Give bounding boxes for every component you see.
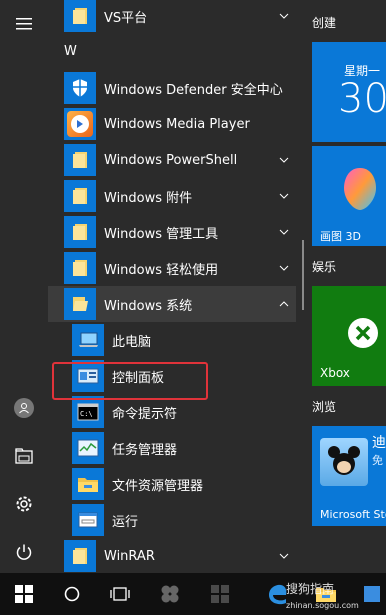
xbox-label: Xbox [320, 366, 350, 380]
hamburger-menu-icon[interactable] [0, 0, 48, 48]
task-manager-icon [72, 432, 104, 464]
tile-area: 创建 星期一 30 画图 3D 娱乐 Xbox 浏览 迪 免 Microsoft… [306, 0, 386, 573]
store-promo-image [320, 438, 368, 486]
paint-3d-label: 画图 3D [320, 230, 361, 243]
list-item-run[interactable]: 运行 [48, 502, 296, 538]
watermark-url: zhinan.sogou.com [286, 601, 359, 610]
folder-icon [64, 0, 96, 32]
power-icon[interactable] [0, 528, 48, 576]
list-item-ease-of-access[interactable]: Windows 轻松使用 [48, 250, 296, 286]
list-item-label: 此电脑 [112, 334, 152, 350]
list-item-file-explorer[interactable]: 文件资源管理器 [48, 466, 296, 502]
shield-icon [64, 72, 96, 104]
folder-icon [64, 144, 96, 176]
store-promo-subtitle: 免 [372, 454, 383, 467]
media-player-icon [64, 108, 96, 140]
chevron-down-icon[interactable] [276, 548, 292, 564]
list-item-label: 命令提示符 [112, 406, 178, 422]
section-header-browse[interactable]: 浏览 [312, 398, 336, 415]
list-item-label: 文件资源管理器 [112, 478, 204, 494]
user-avatar-icon[interactable] [0, 384, 48, 432]
watermark: 搜狗指南 zhinan.sogou.com [286, 580, 359, 611]
list-item-windows-system[interactable]: Windows 系统 [48, 286, 296, 322]
list-item-media-player[interactable]: Windows Media Player [48, 106, 296, 142]
chevron-down-icon[interactable] [276, 224, 292, 240]
calendar-tile[interactable]: 星期一 30 [312, 42, 386, 142]
folder-icon [64, 252, 96, 284]
chevron-down-icon[interactable] [276, 152, 292, 168]
list-item-label: Windows 管理工具 [104, 226, 219, 242]
list-item-task-manager[interactable]: 任务管理器 [48, 430, 296, 466]
start-button[interactable] [0, 573, 48, 615]
folder-open-icon [64, 288, 96, 320]
chevron-down-icon[interactable] [276, 188, 292, 204]
command-prompt-icon: C:\ [72, 396, 104, 428]
windows-logo-icon [15, 585, 33, 603]
calendar-day: 30 [338, 76, 386, 122]
section-header-entertainment[interactable]: 娱乐 [312, 258, 336, 275]
store-label: Microsoft Store [320, 508, 386, 521]
list-item-label: Windows 附件 [104, 190, 193, 206]
scrollbar[interactable] [302, 240, 304, 310]
svg-text:C:\: C:\ [80, 410, 93, 418]
search-button[interactable] [48, 573, 96, 615]
left-rail [0, 0, 48, 573]
list-item-label: Windows Defender 安全中心 [104, 82, 283, 98]
list-item-accessories[interactable]: Windows 附件 [48, 178, 296, 214]
xbox-icon [348, 318, 378, 348]
chevron-down-icon[interactable] [276, 260, 292, 276]
list-item-this-pc[interactable]: 此电脑 [48, 322, 296, 358]
taskbar-app-grid[interactable] [196, 573, 244, 615]
folder-icon [64, 180, 96, 212]
watermark-text: 搜狗指南 [286, 582, 335, 596]
list-item-label: Windows 系统 [104, 298, 193, 314]
gear-icon[interactable] [0, 480, 48, 528]
list-item-powershell[interactable]: Windows PowerShell [48, 142, 296, 178]
paint-3d-icon [342, 166, 378, 212]
task-view-icon [110, 587, 130, 601]
task-view-button[interactable] [96, 573, 144, 615]
list-item-label: 运行 [112, 514, 139, 530]
highlight-box [52, 362, 208, 400]
folder-icon [64, 216, 96, 248]
run-icon [72, 504, 104, 536]
list-item-label: Windows 轻松使用 [104, 262, 219, 278]
list-item-label: Windows Media Player [104, 116, 250, 132]
app-list: VS平台 W Windows Defender 安全中心 Windows Med… [48, 0, 296, 573]
list-item-label: VS平台 [104, 10, 148, 26]
list-item-label: WinRAR [104, 548, 155, 564]
app-icon [364, 586, 380, 602]
list-item-defender[interactable]: Windows Defender 安全中心 [48, 70, 296, 106]
list-item-vs[interactable]: VS平台 [48, 0, 296, 34]
taskbar-app-sogou[interactable] [146, 573, 194, 615]
group-letter[interactable]: W [64, 44, 77, 59]
store-promo-title: 迪 [372, 435, 386, 451]
section-header-create[interactable]: 创建 [312, 14, 336, 31]
app-icon [161, 585, 179, 603]
file-explorer-icon [72, 468, 104, 500]
computer-icon [72, 324, 104, 356]
list-item-label: 任务管理器 [112, 442, 178, 458]
documents-icon[interactable] [0, 432, 48, 480]
chevron-down-icon[interactable] [276, 8, 292, 24]
list-item-label: Windows PowerShell [104, 152, 238, 168]
store-tile[interactable]: 迪 免 Microsoft Store [312, 426, 386, 526]
xbox-tile[interactable]: Xbox [312, 286, 386, 386]
app-icon [211, 585, 229, 603]
chevron-up-icon[interactable] [276, 296, 292, 312]
list-item-winrar[interactable]: WinRAR [48, 538, 296, 574]
list-item-admin-tools[interactable]: Windows 管理工具 [48, 214, 296, 250]
paint-3d-tile[interactable]: 画图 3D [312, 146, 386, 246]
cortana-circle-icon [64, 586, 80, 602]
folder-icon [64, 540, 96, 572]
